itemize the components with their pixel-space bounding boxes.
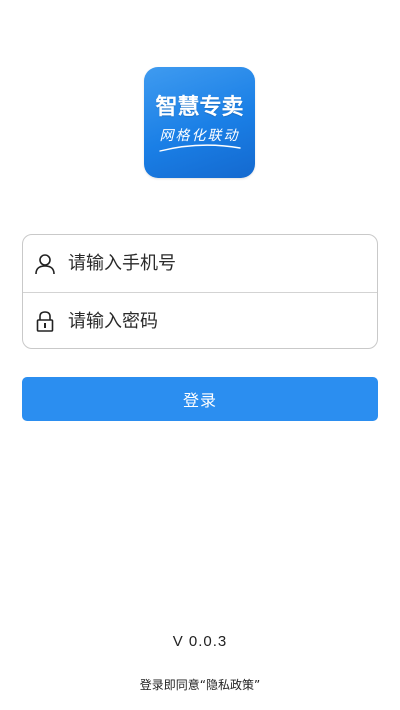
phone-row xyxy=(23,235,377,292)
phone-input[interactable] xyxy=(68,253,348,274)
lock-icon xyxy=(34,310,56,332)
policy-prefix: 登录即同意 xyxy=(139,678,200,692)
app-version: V 0.0.3 xyxy=(172,633,228,650)
user-icon xyxy=(34,253,56,275)
password-row xyxy=(23,292,377,349)
app-logo: 智慧专卖 网格化联动 xyxy=(144,67,255,178)
privacy-policy-link[interactable]: “隐私政策” xyxy=(200,678,260,692)
login-screen: 智慧专卖 网格化联动 登录 xyxy=(0,0,400,710)
logo-title: 智慧专卖 xyxy=(155,95,244,120)
policy-notice: 登录即同意“隐私政策” xyxy=(0,676,400,693)
login-form xyxy=(22,234,378,349)
logo-swoosh-icon xyxy=(159,144,241,152)
password-input[interactable] xyxy=(68,310,348,332)
login-button[interactable]: 登录 xyxy=(22,377,378,421)
